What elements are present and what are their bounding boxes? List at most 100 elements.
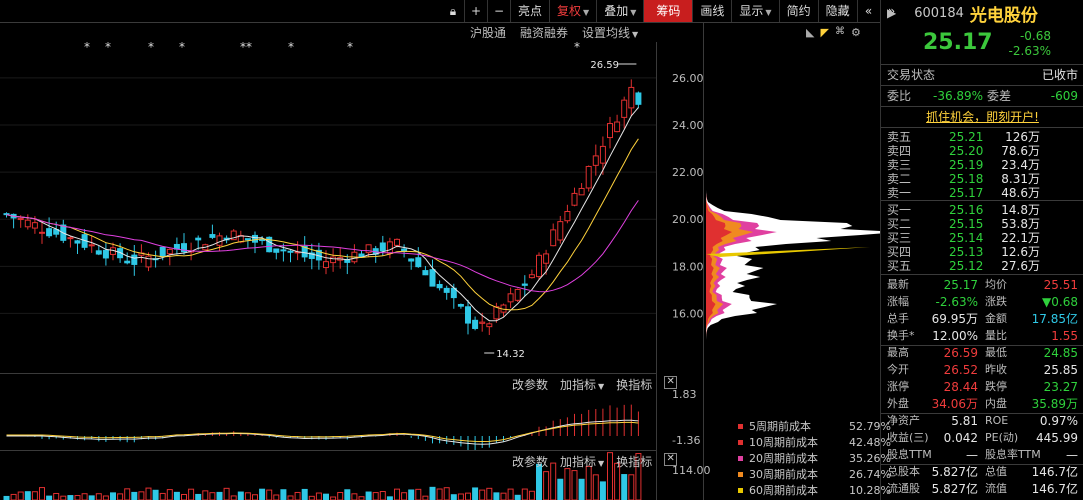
stat-value: 25.17 — [943, 278, 978, 292]
toolbar-chips-button[interactable]: 筹码 — [644, 0, 694, 22]
event-star-marker[interactable]: * — [288, 42, 294, 54]
toolbar-hide-button[interactable]: 隐藏 — [819, 0, 858, 22]
bid-row[interactable]: 买一 25.16 14.8万 — [881, 203, 1083, 217]
stat-row: 换手* 12.00% 量比 1.55 — [881, 328, 1083, 344]
bid-level-label: 买二 — [887, 217, 912, 231]
volume-bar — [173, 491, 180, 500]
volume-bar — [159, 492, 166, 500]
ma-settings-link[interactable]: 设置均线 ▼ — [582, 24, 638, 42]
stat-label: 最高 — [887, 346, 909, 359]
event-star-marker[interactable]: * — [84, 42, 90, 54]
row-divider — [881, 200, 1083, 201]
volume-bar — [450, 494, 457, 500]
event-star-marker[interactable]: * — [347, 42, 353, 54]
cost-legend-name: 10周期前成本 — [749, 436, 818, 449]
volume-bar — [486, 487, 493, 500]
ask-row[interactable]: 卖一 25.17 48.6万 — [881, 186, 1083, 200]
close-icon[interactable]: ✕ — [664, 376, 678, 389]
toolbar-display-button[interactable]: 显示 ▼ — [732, 0, 780, 22]
prev-icon[interactable]: « — [858, 0, 881, 22]
hk-connect-link[interactable]: 沪股通 — [470, 24, 506, 42]
price-change: -0.68 -2.63% — [999, 29, 1051, 59]
edit-params-button[interactable]: 改参数 — [512, 453, 548, 470]
chip-panel-icons: ◣ ◤ ⌘ ⚙ — [806, 26, 861, 39]
stat-label: 最低 — [985, 346, 1007, 359]
bid-row[interactable]: 买四 25.13 12.6万 — [881, 245, 1083, 259]
switch-indicator-button[interactable]: 换指标 — [616, 376, 652, 393]
stat-row: 收益(三) 0.042 PE(动) 445.99 — [881, 430, 1083, 446]
plus-icon[interactable]: + — [465, 0, 488, 22]
stat-row: 最新 25.17 均价 25.51 — [881, 277, 1083, 293]
gear-icon[interactable]: ⚙ — [851, 26, 861, 39]
event-star-marker[interactable]: * — [179, 42, 185, 54]
candle-body — [465, 306, 471, 324]
volume-bar — [17, 491, 24, 500]
add-indicator-button[interactable]: 加指标 ▼ — [560, 453, 604, 470]
candle-body — [252, 234, 258, 243]
candle-body — [273, 248, 280, 253]
last-price: 25.17 — [923, 30, 993, 55]
candle-body — [24, 219, 31, 228]
volume-bar — [379, 491, 386, 500]
bid-row[interactable]: 买三 25.14 22.1万 — [881, 231, 1083, 245]
open-account-link[interactable]: 抓住机会，即刻开户! — [881, 109, 1083, 125]
event-star-marker[interactable]: * — [574, 42, 580, 54]
volume-bar — [337, 491, 344, 500]
margin-trading-link[interactable]: 融资融券 — [520, 24, 568, 42]
event-star-marker[interactable]: ** — [240, 42, 252, 54]
stat-value: 26.59 — [943, 346, 978, 360]
minus-icon[interactable]: − — [488, 0, 511, 22]
triangle-icon[interactable]: ◣ — [806, 26, 814, 39]
ask-volume: 8.31万 — [1001, 172, 1040, 186]
legend-swatch — [738, 487, 743, 493]
cost-legend-item: 20周期前成本 35.26% — [738, 450, 891, 466]
flag-icon[interactable]: ◤ — [820, 26, 828, 39]
macd-indicator-bar: 改参数 加指标 ▼ 换指标 ✕ — [512, 376, 678, 393]
toolbar-overlay-button[interactable]: 叠加 ▼ — [597, 0, 645, 22]
bid-price: 25.14 — [949, 231, 984, 245]
ask-volume: 48.6万 — [1001, 186, 1040, 200]
settings-icon[interactable]: ⌘ — [835, 26, 845, 39]
stat-label: 均价 — [985, 278, 1007, 291]
candle-body — [74, 240, 81, 244]
ask-row[interactable]: 卖二 25.18 8.31万 — [881, 172, 1083, 186]
switch-indicator-button[interactable]: 换指标 — [616, 453, 652, 470]
candle-body — [564, 210, 571, 222]
add-indicator-button[interactable]: 加指标 ▼ — [560, 376, 604, 393]
price-tick-label: 16.00 — [672, 307, 704, 320]
stat-label: 金额 — [985, 312, 1007, 325]
stat-label: 流值 — [985, 482, 1007, 495]
candle-body — [102, 249, 109, 259]
price-tick-label: 20.00 — [672, 213, 704, 226]
chevron-down-icon: ▼ — [630, 8, 637, 17]
event-star-marker[interactable]: * — [148, 42, 154, 54]
volume-bar — [60, 495, 67, 500]
axis-divider — [656, 42, 657, 500]
candle-body — [159, 246, 166, 257]
volume-bar — [599, 481, 606, 500]
ask-row[interactable]: 卖五 25.21 126万 — [881, 130, 1083, 144]
ma-line — [6, 200, 639, 293]
event-star-marker[interactable]: * — [105, 42, 111, 54]
stat-value: 146.7亿 — [1031, 482, 1078, 496]
toolbar-simple-button[interactable]: 简约 — [780, 0, 819, 22]
bid-row[interactable]: 买二 25.15 53.8万 — [881, 217, 1083, 231]
bid-volume: 22.1万 — [1001, 231, 1040, 245]
ask-row[interactable]: 卖三 25.19 23.4万 — [881, 158, 1083, 172]
volume-bar — [401, 492, 408, 500]
edit-params-button[interactable]: 改参数 — [512, 376, 548, 393]
legend-swatch — [738, 439, 743, 445]
back-icon[interactable]: ▶ — [887, 6, 896, 20]
bid-row[interactable]: 买五 25.12 27.6万 — [881, 259, 1083, 273]
volume-bar — [95, 493, 102, 500]
toolbar-draw-button[interactable]: 画线 — [693, 0, 733, 22]
toolbar-highlight-button[interactable]: 亮点 — [511, 0, 551, 22]
ask-row[interactable]: 卖四 25.20 78.6万 — [881, 144, 1083, 158]
volume-bar — [514, 494, 521, 500]
lock-icon[interactable]: 🔒︎ — [442, 0, 465, 22]
volume-bar — [10, 493, 17, 500]
volume-bar — [315, 492, 322, 500]
close-icon[interactable]: ✕ — [664, 453, 678, 466]
toolbar-adjust-button[interactable]: 复权 ▼ — [550, 0, 598, 22]
stat-row: 涨幅 -2.63% 涨跌 ▼0.68 — [881, 294, 1083, 310]
